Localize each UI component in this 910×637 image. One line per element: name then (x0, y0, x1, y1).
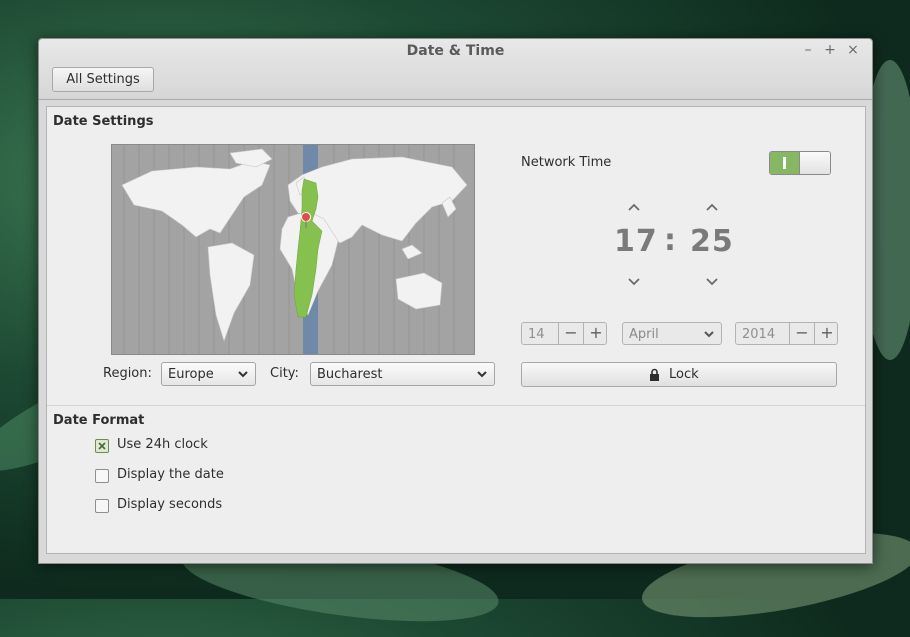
close-button[interactable]: × (846, 42, 860, 58)
date-format-title: Date Format (53, 413, 145, 428)
timezone-map[interactable] (111, 144, 475, 355)
city-dropdown[interactable]: Bucharest (310, 362, 495, 386)
time-hours: 17 (614, 224, 658, 259)
minute-up-chevron-icon[interactable] (706, 203, 718, 211)
window-title: Date & Time (406, 43, 505, 59)
year-spinbutton[interactable]: 2014 − + (735, 322, 838, 345)
display-date-checkbox[interactable] (95, 469, 109, 483)
use-24h-label: Use 24h clock (117, 437, 208, 452)
check-icon (98, 442, 106, 450)
lock-icon (650, 368, 659, 381)
time-separator: : (664, 223, 677, 258)
use-24h-checkbox[interactable] (95, 439, 109, 453)
chevron-down-icon (238, 371, 248, 378)
region-dropdown[interactable]: Europe (161, 362, 256, 386)
city-value: Bucharest (317, 367, 383, 382)
day-value: 14 (528, 327, 545, 342)
time-minutes: 25 (690, 224, 734, 259)
date-time-window: Date & Time – + × All Settings Date Sett… (38, 38, 873, 564)
display-seconds-label: Display seconds (117, 497, 223, 512)
lock-label: Lock (669, 367, 699, 382)
map-pin-icon (301, 212, 311, 222)
network-time-switch[interactable] (769, 151, 831, 175)
year-plus-icon[interactable]: + (814, 323, 839, 344)
titlebar: Date & Time – + × All Settings (39, 39, 872, 100)
city-label: City: (270, 366, 299, 381)
maximize-button[interactable]: + (823, 42, 837, 58)
month-value: April (629, 327, 659, 342)
hour-up-chevron-icon[interactable] (628, 203, 640, 211)
switch-on-indicator (783, 157, 786, 169)
day-spinbutton[interactable]: 14 − + (521, 322, 607, 345)
network-time-label: Network Time (521, 155, 612, 170)
display-seconds-checkbox[interactable] (95, 499, 109, 513)
lock-button[interactable]: Lock (521, 362, 837, 387)
day-plus-icon[interactable]: + (583, 323, 608, 344)
region-value: Europe (168, 367, 214, 382)
hour-down-chevron-icon[interactable] (628, 278, 640, 286)
world-map-image (121, 145, 468, 354)
section-divider (47, 405, 865, 406)
chevron-down-icon (477, 371, 487, 378)
minimize-button[interactable]: – (801, 42, 815, 58)
date-settings-title: Date Settings (53, 114, 154, 129)
month-dropdown[interactable]: April (622, 322, 722, 345)
minute-down-chevron-icon[interactable] (706, 278, 718, 286)
chevron-down-icon (704, 331, 714, 338)
all-settings-button[interactable]: All Settings (52, 67, 154, 92)
day-minus-icon[interactable]: − (558, 323, 583, 344)
year-value: 2014 (742, 327, 776, 342)
display-date-label: Display the date (117, 467, 224, 482)
switch-knob (799, 152, 830, 174)
region-label: Region: (103, 366, 152, 381)
settings-content: Date Settings Region: Europe City: Bucha… (46, 106, 866, 554)
year-minus-icon[interactable]: − (789, 323, 814, 344)
